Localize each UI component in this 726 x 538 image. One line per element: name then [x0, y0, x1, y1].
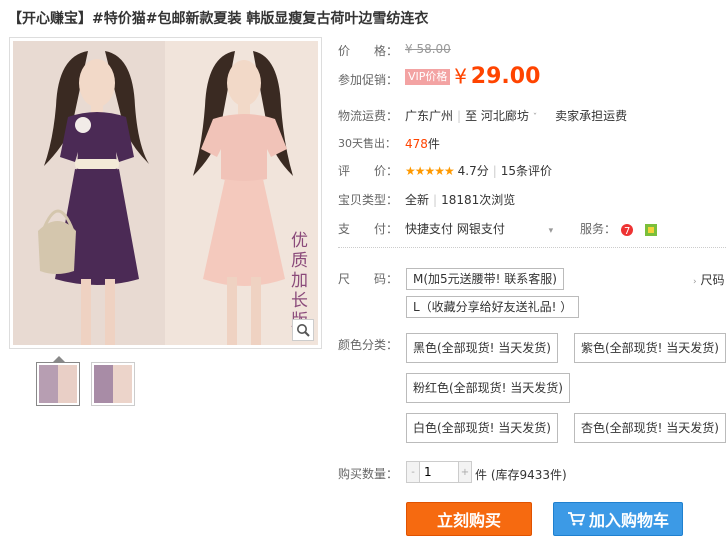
add-to-cart-button[interactable]: 加入购物车 — [553, 502, 683, 536]
sold-unit: 件 — [427, 137, 440, 151]
zoom-button[interactable] — [292, 319, 314, 341]
product-photo — [13, 41, 318, 345]
vip-price-tag: VIP价格 — [405, 68, 451, 85]
size-chart-label: 尺码 — [700, 273, 725, 287]
thumbnail-strip — [36, 356, 135, 406]
rating-label: 评 价： — [338, 164, 399, 178]
currency-symbol: ¥ — [454, 64, 467, 89]
size-option-l[interactable]: L（收藏分享给好友送礼品! ） — [406, 296, 580, 318]
buy-now-button[interactable]: 立刻购买 — [406, 502, 532, 536]
payment-methods: 快捷支付 网银支付 — [405, 222, 505, 236]
color-label: 颜色分类： — [338, 338, 399, 352]
decrease-button[interactable]: - — [407, 462, 419, 482]
shipping-note: 卖家承担运费 — [555, 109, 628, 123]
sold-label: 30天售出： — [338, 137, 396, 150]
promo-price: 29.00 — [470, 64, 541, 89]
original-price: ¥ 58.00 — [405, 42, 451, 56]
service-label: 服务： — [580, 222, 617, 236]
main-product-image[interactable]: 优质加长版 — [9, 37, 322, 349]
color-option-purple[interactable]: 紫色(全部现货! 当天发货) — [574, 333, 726, 363]
item-condition: 全新 — [405, 193, 430, 207]
payment-label: 支 付： — [338, 222, 399, 236]
ship-to-select[interactable]: 河北廊坊 — [481, 109, 529, 123]
thumbnail-1[interactable] — [36, 356, 80, 406]
chevron-down-icon[interactable]: ▾ — [549, 226, 554, 236]
quantity-input[interactable] — [419, 462, 459, 482]
color-option-pink[interactable]: 粉红色(全部现货! 当天发货) — [406, 373, 570, 403]
ship-from: 广东广州 — [405, 109, 454, 123]
cart-icon — [567, 512, 585, 526]
guarantee-icon[interactable] — [644, 223, 658, 237]
size-option-m[interactable]: M(加5元送腰带! 联系客服) — [406, 268, 564, 290]
quantity-stepper: - + — [406, 461, 472, 483]
increase-button[interactable]: + — [459, 462, 471, 482]
reviews-link[interactable]: 15条评价 — [501, 164, 552, 178]
thumbnail-2[interactable] — [91, 362, 135, 406]
svg-text:7: 7 — [624, 226, 630, 237]
price-label: 价 格： — [338, 44, 399, 58]
product-title: 【开心赚宝】#特价猫#包邮新款夏装 韩版显瘦复古荷叶边雪纺连衣 — [8, 11, 429, 27]
stock-text: 件 (库存9433件) — [475, 468, 567, 482]
color-option-black[interactable]: 黑色(全部现货! 当天发货) — [406, 333, 558, 363]
sold-count: 478 — [405, 137, 428, 151]
seven-day-return-icon[interactable]: 7 — [620, 223, 634, 237]
rating-stars: ★★★★★ — [405, 164, 455, 178]
magnifier-icon — [297, 324, 310, 337]
shipping-label: 物流运费： — [338, 109, 399, 123]
promo-label: 参加促销： — [338, 73, 399, 87]
size-label: 尺 码： — [338, 272, 399, 286]
rating-score: 4.7分 — [457, 164, 489, 178]
view-count: 18181次浏览 — [441, 193, 516, 207]
size-chart-link[interactable]: › 尺码 — [693, 271, 724, 288]
divider — [338, 247, 726, 248]
quantity-label: 购买数量： — [338, 467, 399, 481]
type-label: 宝贝类型： — [338, 193, 399, 207]
image-overlay-text: 优质加长版 — [291, 231, 308, 331]
color-option-apricot[interactable]: 杏色(全部现货! 当天发货) — [574, 413, 726, 443]
ship-to-prefix: 至 — [465, 109, 478, 123]
color-option-white[interactable]: 白色(全部现货! 当天发货) — [406, 413, 558, 443]
chevron-down-icon: ˇ — [532, 113, 538, 123]
add-to-cart-label: 加入购物车 — [588, 511, 669, 530]
